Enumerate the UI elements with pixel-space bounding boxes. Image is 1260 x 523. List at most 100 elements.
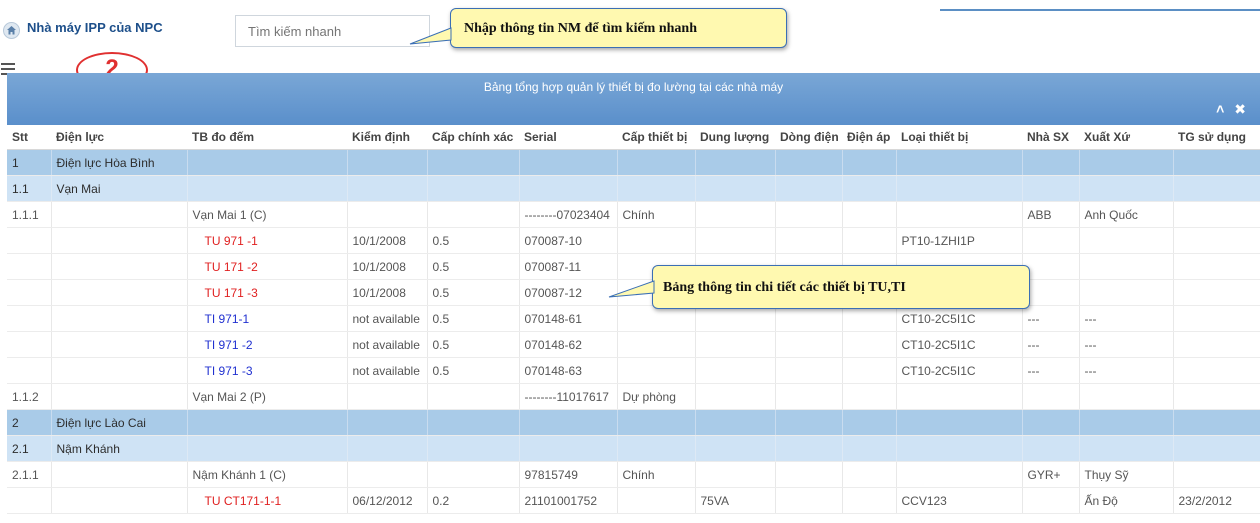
table-cell [842, 435, 897, 462]
table-cell: 070087-10 [519, 227, 618, 254]
table-row[interactable]: TI 971-1 not available 0.5 070148-61 CT10-2C… [7, 305, 1260, 332]
column-header[interactable]: Điện lực [51, 125, 187, 150]
column-header[interactable]: TG sử dụng [1173, 125, 1260, 150]
table-cell: 75VA [695, 487, 776, 514]
table-cell [519, 435, 618, 462]
table-cell [775, 357, 843, 384]
column-header[interactable]: Điện áp [842, 125, 896, 150]
table-cell [1173, 279, 1260, 306]
table-cell [347, 201, 428, 228]
table-cell: TU 971 -1 [187, 227, 348, 254]
table-cell [1173, 357, 1260, 384]
table-cell [775, 409, 843, 436]
table-cell: 0.5 [427, 253, 520, 280]
table-cell [1173, 383, 1260, 410]
table-cell: Nậm Khánh [51, 435, 188, 462]
table-row[interactable]: TU 171 -2 10/1/2008 0.5 070087-11 [7, 253, 1260, 280]
table-row[interactable]: TU CT171-1-1 06/12/2012 0.2 21101001752 75VA… [7, 487, 1260, 514]
group-row-electricity[interactable]: 2 Điện lực Lào Cai [7, 409, 1260, 436]
table-cell [1173, 149, 1260, 176]
table-row[interactable]: 1.1.2 Vạn Mai 2 (P) --------11017617 Dự phò… [7, 383, 1260, 410]
table-cell: 2 [7, 409, 52, 436]
group-row-plant[interactable]: 1.1 Vạn Mai [7, 175, 1260, 202]
table-cell [51, 357, 188, 384]
table-cell: CT10-2C5I1C [896, 357, 1023, 384]
table-cell: 070087-12 [519, 279, 618, 306]
table-cell [842, 331, 897, 358]
table-cell [1022, 435, 1080, 462]
table-cell: Vạn Mai [51, 175, 188, 202]
group-row-electricity[interactable]: 1 Điện lực Hòa Bình [7, 149, 1260, 176]
column-header[interactable]: Dòng điện [775, 125, 842, 150]
search-input[interactable] [235, 15, 430, 47]
table-cell [1022, 227, 1080, 254]
table-cell [51, 305, 188, 332]
table-cell [1079, 149, 1174, 176]
table-cell [347, 435, 428, 462]
table-cell [775, 175, 843, 202]
table-cell [519, 409, 618, 436]
table-cell [7, 305, 52, 332]
column-header[interactable]: TB đo đếm [187, 125, 347, 150]
table-cell: --- [1079, 305, 1174, 332]
table-cell: TI 971-1 [187, 305, 348, 332]
table-cell [7, 253, 52, 280]
table-cell [519, 175, 618, 202]
column-header[interactable]: Cấp chính xác [427, 125, 519, 150]
table-cell [51, 227, 188, 254]
table-cell [775, 487, 843, 514]
table-cell [1079, 435, 1174, 462]
table-cell: TI 971 -2 [187, 331, 348, 358]
page-title[interactable]: Nhà máy IPP của NPC [27, 20, 163, 35]
table-row[interactable]: 2.1.1 Nậm Khánh 1 (C) 97815749 Chính GYR+ Thụ… [7, 461, 1260, 488]
table-cell: Vạn Mai 1 (C) [187, 201, 348, 228]
table-row[interactable]: TI 971 -2 not available 0.5 070148-62 CT10-2… [7, 331, 1260, 358]
table-row[interactable]: 1.1.1 Vạn Mai 1 (C) --------07023404 Chính A… [7, 201, 1260, 228]
table-cell: --- [1022, 305, 1080, 332]
column-header[interactable]: Loại thiết bị [896, 125, 1022, 150]
table-cell: 10/1/2008 [347, 279, 428, 306]
table-cell: 070148-62 [519, 331, 618, 358]
table-cell: Anh Quốc [1079, 201, 1174, 228]
table-cell: --- [1079, 357, 1174, 384]
column-header[interactable]: Kiểm định [347, 125, 427, 150]
table-cell: Vạn Mai 2 (P) [187, 383, 348, 410]
search-hint-arrow-icon [409, 27, 452, 45]
column-header[interactable]: Stt [7, 125, 51, 150]
table-cell [51, 279, 188, 306]
table-cell [617, 435, 696, 462]
table-cell: 0.5 [427, 227, 520, 254]
column-header[interactable]: Dung lượng [695, 125, 775, 150]
table-cell [187, 435, 348, 462]
table-cell [617, 409, 696, 436]
table-cell [1079, 279, 1174, 306]
table-row[interactable]: TI 971 -3 not available 0.5 070148-63 CT10-2… [7, 357, 1260, 384]
table-cell [617, 487, 696, 514]
column-header[interactable]: Serial [519, 125, 617, 150]
table-cell [427, 409, 520, 436]
table-hint-arrow-icon [608, 280, 655, 298]
close-icon[interactable]: ✖ [1234, 101, 1246, 117]
table-cell [347, 175, 428, 202]
search-hint-callout: Nhập thông tin NM để tìm kiếm nhanh [450, 8, 787, 48]
table-cell: Chính [617, 461, 696, 488]
table-cell [896, 149, 1023, 176]
home-icon[interactable] [3, 22, 20, 39]
table-cell: 21101001752 [519, 487, 618, 514]
table-cell [695, 149, 776, 176]
table-cell [842, 409, 897, 436]
column-header[interactable]: Xuất Xứ [1079, 125, 1173, 150]
table-cell [51, 253, 188, 280]
group-row-plant[interactable]: 2.1 Nậm Khánh [7, 435, 1260, 462]
table-cell: TI 971 -3 [187, 357, 348, 384]
table-cell [695, 435, 776, 462]
table-cell: 070148-63 [519, 357, 618, 384]
table-cell [427, 149, 520, 176]
table-cell [427, 383, 520, 410]
column-header[interactable]: Cấp thiết bị [617, 125, 695, 150]
column-header[interactable]: Nhà SX [1022, 125, 1079, 150]
table-cell [896, 461, 1023, 488]
chevron-up-icon[interactable]: ˄ [1216, 101, 1224, 117]
table-row[interactable]: TU 971 -1 10/1/2008 0.5 070087-10 PT10-1ZHI1… [7, 227, 1260, 254]
table-cell [1079, 409, 1174, 436]
